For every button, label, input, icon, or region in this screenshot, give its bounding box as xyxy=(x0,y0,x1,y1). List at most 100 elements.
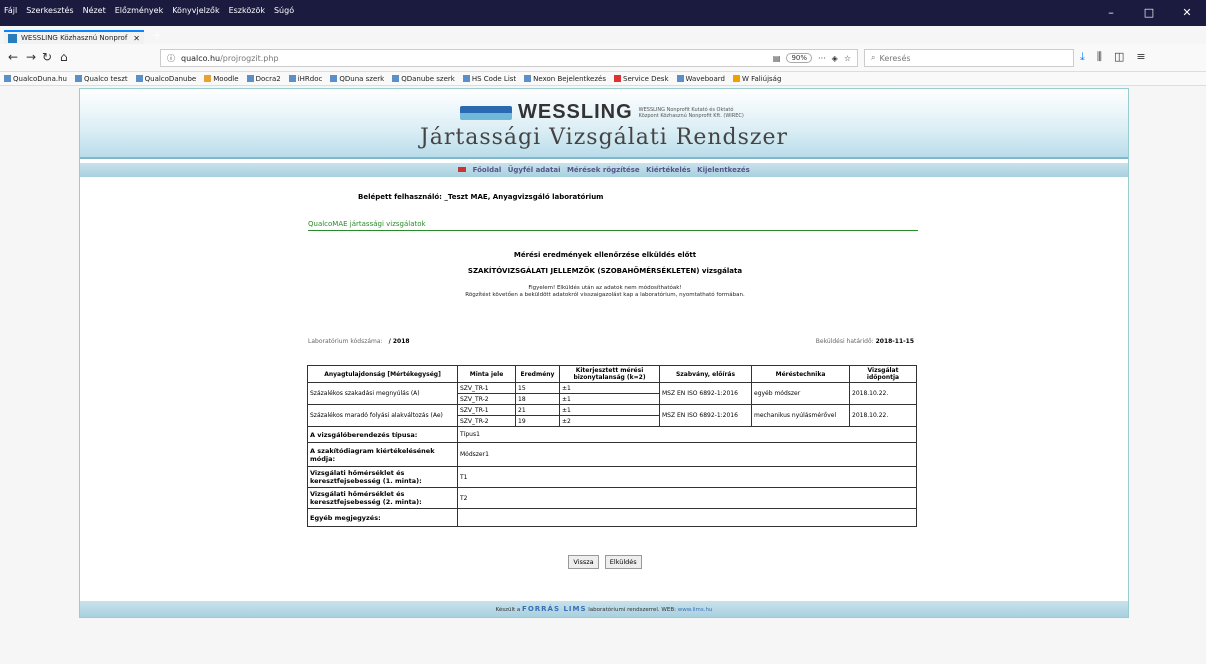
sample-cell: SZV_TR-2 xyxy=(457,415,516,427)
bookmark-item[interactable]: Nexon Bejelentkezés xyxy=(524,75,606,83)
menu-file[interactable]: Fájl xyxy=(4,6,17,15)
result-cell: 21 xyxy=(515,404,560,416)
bookmark-star-icon[interactable]: ☆ xyxy=(844,54,851,63)
footer-brand: FORRÁS LIMS xyxy=(522,605,587,613)
check-heading: Mérési eredmények ellenőrzése elküldés e… xyxy=(513,251,697,259)
sample-cell: SZV_TR-1 xyxy=(457,404,516,416)
info-label: Vizsgálati hőmérséklet és keresztfejsebe… xyxy=(307,466,458,488)
minimize-icon[interactable]: – xyxy=(1092,0,1130,26)
library-icon[interactable]: ⫼ xyxy=(1097,50,1102,64)
close-window-icon[interactable]: ✕ xyxy=(1168,0,1206,26)
footer-web-link[interactable]: www.lims.hu xyxy=(678,607,713,613)
nav-evaluation[interactable]: Kiértékelés xyxy=(646,166,691,174)
col-result: Eredmény xyxy=(515,365,560,383)
bookmarks-bar: QualcoDuna.hu Qualco teszt QualcoDanube … xyxy=(0,72,1206,86)
nav-record-measurements[interactable]: Mérések rögzítése xyxy=(567,166,640,174)
result-cell: 15 xyxy=(515,382,560,394)
standard-cell: MSZ EN ISO 6892-1:2016 xyxy=(659,404,752,427)
info-row: Vizsgálati hőmérséklet és keresztfejsebe… xyxy=(307,487,917,509)
col-date: Vizsgálat időpontja xyxy=(849,365,917,383)
zoom-level[interactable]: 90% xyxy=(786,53,813,63)
info-label: Vizsgálati hőmérséklet és keresztfejsebe… xyxy=(307,487,458,509)
col-standard: Szabvány, előírás xyxy=(659,365,752,383)
back-button[interactable]: Vissza xyxy=(568,555,599,569)
back-icon[interactable]: ← xyxy=(8,50,18,64)
download-icon[interactable]: ⤓ xyxy=(1080,50,1085,64)
property-cell: Százalékos maradó folyási alakváltozás (… xyxy=(307,404,458,427)
menu-bookmarks[interactable]: Könyvjelzők xyxy=(172,6,219,15)
favicon-icon xyxy=(8,33,17,43)
search-input[interactable]: ⌕ Keresés xyxy=(864,49,1074,67)
close-tab-icon[interactable]: ✕ xyxy=(133,34,140,43)
menu-history[interactable]: Előzmények xyxy=(115,6,163,15)
info-label: A szakítódiagram kiértékelésének módja: xyxy=(307,442,458,467)
bookmark-item[interactable]: HS Code List xyxy=(462,75,516,83)
bookmark-item[interactable]: QDanube szerk xyxy=(392,75,455,83)
deadline: Beküldési határidő: 2018-11-15 xyxy=(815,338,914,345)
reload-icon[interactable]: ↻ xyxy=(42,50,52,64)
menu-tools[interactable]: Eszközök xyxy=(229,6,265,15)
col-uncertainty: Kiterjesztett mérési bizonytalanság (k=2… xyxy=(559,365,660,383)
url-path: /projrogzit.php xyxy=(220,53,279,63)
footer-text: laboratóriumi rendszerrel. WEB: xyxy=(588,607,676,613)
bookmark-item[interactable]: Qualco teszt xyxy=(74,75,128,83)
pocket-icon[interactable]: ◈ xyxy=(832,54,838,63)
table-header-row: Anyagtulajdonság [Mértékegység] Minta je… xyxy=(307,365,917,383)
technique-cell: egyéb módszer xyxy=(751,382,850,405)
info-row: A vizsgálóberendezés típusa: Típus1 xyxy=(307,426,917,443)
info-value: Típus1 xyxy=(457,426,917,443)
bookmark-item[interactable]: QualcoDanube xyxy=(135,75,196,83)
bookmark-item[interactable]: Docra2 xyxy=(246,75,281,83)
result-cell: 19 xyxy=(515,415,560,427)
uncertainty-cell: ±1 xyxy=(559,404,660,416)
logged-in-user: Belépett felhasználó: _Teszt MAE, Anyagv… xyxy=(358,193,604,201)
nav-home[interactable]: Főoldal xyxy=(473,166,502,174)
info-icon[interactable]: ⓘ xyxy=(167,53,175,64)
col-technique: Méréstechnika xyxy=(751,365,850,383)
nav-client-data[interactable]: Ügyfél adatai xyxy=(508,166,561,174)
lab-code: Laboratórium kódszáma:/ 2018 xyxy=(308,338,410,345)
result-cell: 18 xyxy=(515,393,560,405)
results-table: Anyagtulajdonság [Mértékegység] Minta je… xyxy=(307,365,917,527)
table-row: Százalékos maradó folyási alakváltozás (… xyxy=(307,404,917,427)
send-button[interactable]: Elküldés xyxy=(604,555,642,569)
menu-help[interactable]: Súgó xyxy=(274,6,294,15)
bookmark-item[interactable]: Service Desk xyxy=(614,75,669,83)
url-host: qualco.hu xyxy=(181,53,221,63)
navigation-bar: ← → ↻ ⌂ ⓘ qualco.hu/projrogzit.php ▤ 90%… xyxy=(0,44,1206,72)
sidebar-icon[interactable]: ◫ xyxy=(1114,50,1124,64)
bookmark-item[interactable]: Waveboard xyxy=(676,75,725,83)
uk-flag-icon[interactable] xyxy=(458,167,467,172)
reader-view-icon[interactable]: ▤ xyxy=(773,54,781,63)
tab-title: WESSLING Közhasznú Nonprof xyxy=(21,34,128,42)
info-label: Egyéb megjegyzés: xyxy=(307,508,458,527)
site-header: WESSLING WESSLING Nonprofit Kutató és Ok… xyxy=(80,89,1128,159)
browser-titlebar: Fájl Szerkesztés Nézet Előzmények Könyvj… xyxy=(0,0,1206,26)
test-heading: SZAKÍTÓVIZSGÁLATI JELLEMZŐK (SZOBAHŐMÉRS… xyxy=(467,267,743,275)
url-bar[interactable]: ⓘ qualco.hu/projrogzit.php ▤ 90% ··· ◈ ☆ xyxy=(160,49,858,67)
browser-tab[interactable]: WESSLING Közhasznú Nonprof ✕ xyxy=(4,30,144,44)
standard-cell: MSZ EN ISO 6892-1:2016 xyxy=(659,382,752,405)
logo-swoosh-icon xyxy=(460,105,512,120)
form-buttons: Vissza Elküldés xyxy=(80,555,1130,569)
maximize-icon[interactable]: □ xyxy=(1130,0,1168,26)
bookmark-item[interactable]: QualcoDuna.hu xyxy=(4,75,67,83)
home-icon[interactable]: ⌂ xyxy=(60,50,68,64)
bookmark-item[interactable]: QDuna szerk xyxy=(330,75,384,83)
info-value xyxy=(457,508,917,527)
property-cell: Százalékos szakadási megnyúlás (A) xyxy=(307,382,458,405)
menu-view[interactable]: Nézet xyxy=(83,6,106,15)
hamburger-menu-icon[interactable]: ≡ xyxy=(1136,50,1145,64)
forward-icon[interactable]: → xyxy=(26,50,36,64)
menu-edit[interactable]: Szerkesztés xyxy=(26,6,73,15)
bookmark-item[interactable]: iHRdoc xyxy=(288,75,322,83)
footer-text: Készült a xyxy=(495,607,521,613)
date-cell: 2018.10.22. xyxy=(849,404,917,427)
bookmark-item[interactable]: W Faliújság xyxy=(732,75,781,83)
info-row: A szakítódiagram kiértékelésének módja: … xyxy=(307,442,917,467)
page-actions-icon[interactable]: ··· xyxy=(818,54,826,63)
bookmark-item[interactable]: Moodle xyxy=(204,75,239,83)
new-tab-icon[interactable]: + xyxy=(152,28,162,42)
nav-logout[interactable]: Kijelentkezés xyxy=(697,166,750,174)
site-nav: Főoldal Ügyfél adatai Mérések rögzítése … xyxy=(80,163,1128,177)
